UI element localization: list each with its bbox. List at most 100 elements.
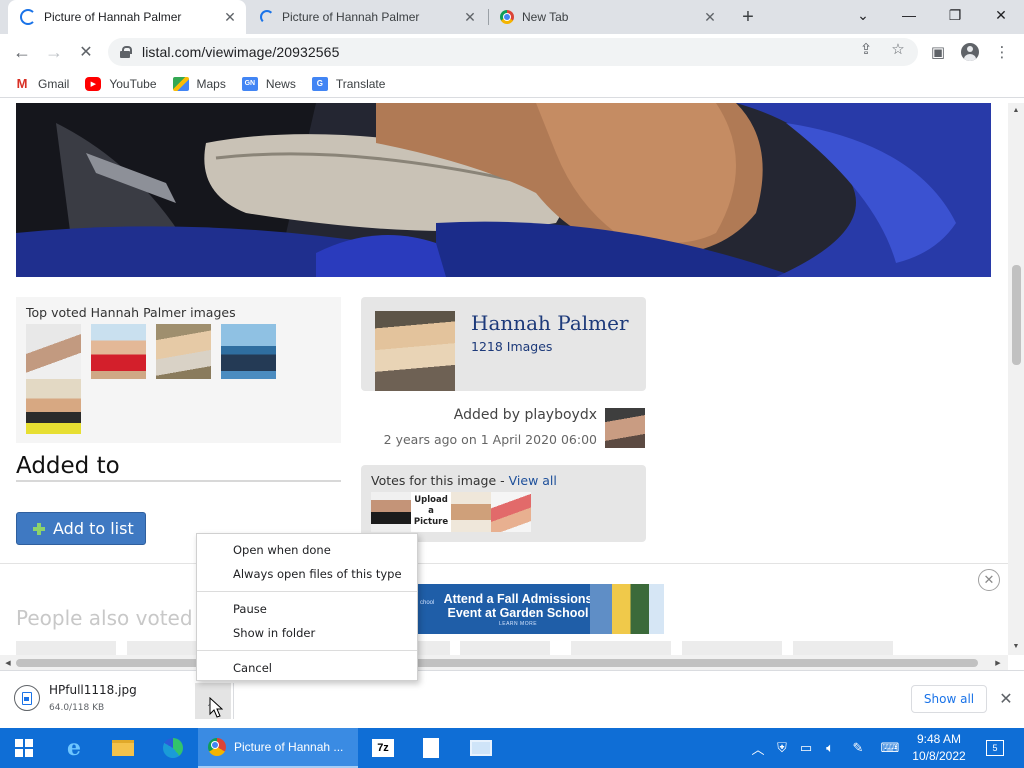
menu-kebab-icon[interactable]: ⋮ — [992, 42, 1012, 62]
back-button[interactable]: ← — [8, 38, 36, 66]
security-shield-icon[interactable]: ⛨ — [772, 738, 792, 758]
votes-label: Votes for this image - View all — [371, 473, 557, 488]
address-bar[interactable]: listal.com/viewimage/20932565 — [108, 38, 918, 66]
edge-button[interactable] — [150, 728, 196, 768]
top-voted-thumbnail[interactable] — [26, 324, 81, 379]
tab-search-button[interactable]: ⌄ — [840, 0, 886, 30]
close-tab-icon[interactable]: ✕ — [460, 7, 480, 27]
bookmark-label: Translate — [335, 76, 386, 91]
close-ad-icon[interactable]: ✕ — [978, 569, 1000, 591]
main-image[interactable] — [16, 103, 991, 277]
close-window-button[interactable]: ✕ — [978, 0, 1024, 30]
voted-thumbnail[interactable] — [682, 641, 782, 655]
top-voted-thumbnail[interactable] — [26, 379, 81, 434]
close-shelf-icon[interactable]: ✕ — [996, 687, 1016, 711]
upload-picture-placeholder[interactable]: Upload a Picture — [411, 492, 451, 532]
control-panel-button[interactable] — [458, 728, 504, 768]
bookmark-gmail[interactable]: M Gmail — [14, 76, 70, 91]
gmail-icon: M — [16, 76, 28, 91]
voted-thumbnail[interactable] — [418, 641, 450, 655]
minimize-button[interactable]: — — [886, 0, 932, 30]
voted-thumbnail[interactable] — [793, 641, 893, 655]
bookmark-maps[interactable]: Maps — [172, 76, 226, 91]
restore-button[interactable]: ❐ — [932, 0, 978, 30]
new-tab-button[interactable]: + — [736, 5, 760, 29]
tab-active[interactable]: Picture of Hannah Palmer ✕ — [8, 0, 246, 34]
voted-thumbnail[interactable] — [16, 641, 116, 655]
menu-item-always-open[interactable]: Always open files of this type — [197, 562, 417, 586]
show-all-button[interactable]: Show all — [911, 685, 987, 713]
chrome-taskbar-button[interactable]: Picture of Hannah ... — [198, 728, 358, 768]
pen-icon[interactable]: ✎ — [848, 738, 868, 758]
voted-thumbnail[interactable] — [460, 641, 550, 655]
voter-avatar[interactable] — [491, 492, 531, 532]
network-icon[interactable]: ▭ — [796, 738, 816, 758]
scroll-up-arrow-icon[interactable]: ▲ — [1008, 103, 1024, 117]
scroll-down-arrow-icon[interactable]: ▼ — [1008, 639, 1024, 653]
bookmark-label: News — [265, 76, 296, 91]
stop-loading-button[interactable]: ✕ — [72, 38, 100, 66]
scroll-left-arrow-icon[interactable]: ◀ — [0, 656, 16, 670]
voter-avatar[interactable] — [371, 492, 411, 532]
tab-2[interactable]: Picture of Hannah Palmer ✕ — [248, 0, 486, 34]
voted-thumbnail[interactable] — [127, 641, 197, 655]
person-photo[interactable] — [375, 311, 455, 391]
menu-item-cancel[interactable]: Cancel — [197, 656, 417, 680]
show-hidden-icons-icon[interactable]: ︿ — [748, 738, 768, 758]
top-voted-heading: Top voted Hannah Palmer images — [26, 305, 236, 320]
added-to-heading: Added to — [16, 453, 120, 479]
bookmark-star-icon[interactable]: ☆ — [889, 40, 907, 58]
keyboard-icon[interactable]: ⌨ — [878, 738, 902, 758]
image-count-link[interactable]: 1218 Images — [471, 339, 552, 354]
notepad-button[interactable] — [410, 728, 452, 768]
notifications-button[interactable]: 5 — [984, 738, 1006, 758]
top-voted-thumbnail[interactable] — [156, 324, 211, 379]
close-tab-icon[interactable]: ✕ — [220, 7, 240, 27]
profile-button[interactable] — [960, 42, 980, 62]
horizontal-scrollbar[interactable]: ◀ ▶ — [0, 655, 1008, 670]
voter-avatar[interactable] — [451, 492, 491, 532]
menu-item-pause[interactable]: Pause — [197, 597, 417, 621]
horizontal-scroll-thumb[interactable] — [16, 659, 978, 667]
ad-banner[interactable]: chool Attend a Fall Admissions Event at … — [418, 584, 664, 634]
top-voted-panel: Top voted Hannah Palmer images — [16, 297, 341, 443]
scroll-right-arrow-icon[interactable]: ▶ — [990, 656, 1006, 670]
share-icon[interactable]: ⇪ — [857, 40, 875, 58]
chrome-taskbar-label: Picture of Hannah ... — [234, 740, 344, 754]
clock-time[interactable]: 9:48 AM — [906, 732, 972, 746]
chrome-icon — [500, 10, 514, 24]
bookmark-translate[interactable]: G Translate — [311, 76, 386, 91]
vertical-scrollbar[interactable]: ▲ ▼ — [1008, 103, 1024, 655]
tab-new-tab[interactable]: New Tab ✕ — [488, 0, 726, 34]
top-voted-thumbnail[interactable] — [91, 324, 146, 379]
tab-strip: Picture of Hannah Palmer ✕ Picture of Ha… — [0, 0, 1024, 34]
lock-icon[interactable] — [120, 46, 132, 58]
menu-item-open-when-done[interactable]: Open when done — [197, 538, 417, 562]
side-panel-icon[interactable]: ▣ — [928, 42, 948, 62]
start-button[interactable] — [0, 728, 48, 768]
uploader-avatar[interactable] — [605, 408, 645, 448]
7zip-button[interactable]: 7z — [362, 728, 404, 768]
bookmarks-bar: M Gmail ▶ YouTube Maps GN News G Transla… — [0, 70, 1024, 98]
uploader-link[interactable]: playboydx — [524, 407, 597, 423]
vertical-scroll-thumb[interactable] — [1012, 265, 1021, 365]
bookmark-youtube[interactable]: ▶ YouTube — [85, 76, 157, 91]
bookmark-news[interactable]: GN News — [241, 76, 296, 91]
internet-explorer-button[interactable]: e — [52, 728, 96, 768]
view-all-votes-link[interactable]: View all — [509, 473, 557, 488]
volume-icon[interactable]: 🔈︎ — [820, 738, 840, 758]
voted-thumbnail[interactable] — [571, 641, 671, 655]
menu-item-show-in-folder[interactable]: Show in folder — [197, 621, 417, 645]
file-explorer-button[interactable] — [100, 728, 146, 768]
person-name-link[interactable]: Hannah Palmer — [471, 311, 629, 335]
top-voted-thumbnail[interactable] — [221, 324, 276, 379]
forward-button[interactable]: → — [40, 38, 68, 66]
person-card: Hannah Palmer 1218 Images — [361, 297, 646, 391]
download-item[interactable]: HPfull1118.jpg 64.0/118 KB — [14, 683, 137, 713]
tab-title: Picture of Hannah Palmer — [282, 10, 420, 24]
news-icon: GN — [241, 76, 258, 91]
clock-date[interactable]: 10/8/2022 — [906, 749, 972, 763]
ad-learn-more[interactable]: LEARN MORE — [490, 621, 546, 627]
add-to-list-button[interactable]: Add to list — [16, 512, 146, 545]
close-tab-icon[interactable]: ✕ — [700, 7, 720, 27]
